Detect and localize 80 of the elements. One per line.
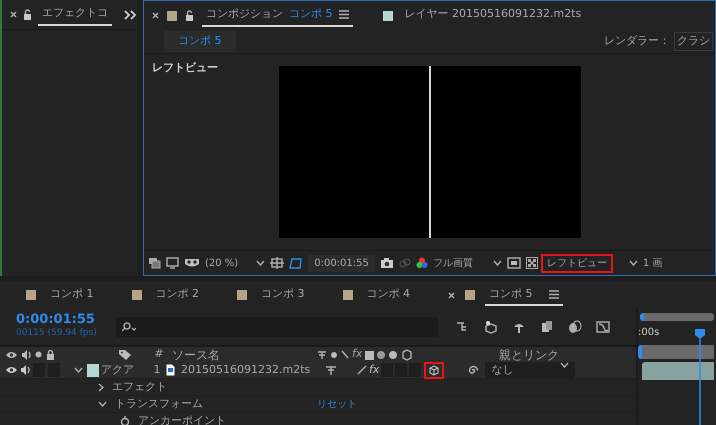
menu-icon[interactable]	[548, 290, 558, 298]
speaker-icon[interactable]	[20, 365, 30, 375]
column-header: ソース名	[171, 346, 221, 364]
renderer-dropdown[interactable]: クラシ	[674, 32, 713, 51]
tag-icon[interactable]	[119, 349, 131, 360]
time-ruler-label: :00s	[638, 326, 660, 340]
3d-layer-toggle[interactable]	[426, 364, 442, 376]
shy-icon[interactable]	[325, 364, 337, 376]
monitor-icon[interactable]	[166, 257, 179, 269]
layer-number: 1	[152, 362, 162, 378]
parent-dropdown[interactable]: なし	[485, 362, 576, 378]
layer-source-name[interactable]: 20150516091232.m2ts	[181, 362, 325, 378]
renderer-label: レンダラー：	[604, 33, 670, 50]
stack-icon[interactable]	[540, 320, 554, 334]
label-name: アクア	[101, 362, 135, 378]
zoom-dropdown[interactable]: (20 %)	[205, 256, 266, 270]
menu-icon[interactable]	[338, 10, 348, 19]
timecode-field[interactable]: 0:00:01:55	[308, 254, 375, 272]
grid-icon[interactable]	[270, 257, 284, 269]
search-icon	[122, 322, 136, 332]
breadcrumb-tab[interactable]: コンポ 5	[164, 31, 236, 52]
lock-icon[interactable]	[23, 9, 32, 20]
graph-editor-icon[interactable]	[596, 320, 610, 334]
panel-tab[interactable]: コンポ 3	[257, 284, 308, 306]
caret-icon[interactable]	[628, 260, 638, 266]
region-icon[interactable]	[506, 257, 521, 269]
transparency-grid-icon[interactable]	[526, 257, 538, 269]
resolution-dropdown[interactable]: フル画質	[432, 256, 502, 270]
effects-column-header: fx	[352, 346, 362, 362]
playhead-icon[interactable]	[694, 329, 706, 425]
stopwatch-icon[interactable]	[120, 416, 130, 425]
column-header: #	[153, 346, 165, 362]
effects-switch[interactable]: fx	[369, 362, 380, 378]
label-color[interactable]	[87, 364, 99, 376]
property-name[interactable]: エフェクト	[112, 378, 262, 396]
link-icon	[398, 257, 411, 269]
caret-icon[interactable]	[74, 367, 83, 373]
panel-tab[interactable]: コンポ 2	[152, 284, 203, 306]
ellipses-icon[interactable]	[568, 320, 582, 334]
close-icon[interactable]	[10, 11, 17, 18]
views-dropdown[interactable]: 1 画	[642, 256, 662, 270]
camera-icon[interactable]	[380, 257, 394, 269]
lock-icon[interactable]	[185, 10, 194, 21]
view-dropdown[interactable]: レフトビュー	[542, 256, 638, 270]
eye-icon[interactable]	[6, 350, 17, 358]
file-icon	[166, 364, 175, 376]
panel-tab[interactable]: エフェクトコ	[38, 4, 112, 26]
panel-tab[interactable]: コンポ 1	[46, 284, 98, 306]
property-name[interactable]: アンカーポイント	[138, 412, 288, 425]
close-icon[interactable]	[448, 292, 455, 298]
layers-icon[interactable]	[148, 257, 161, 269]
reset-link[interactable]: リセット	[317, 396, 357, 412]
frame-rate: 00115 (59.94 fps)	[16, 327, 98, 340]
expand-icon[interactable]	[98, 382, 104, 392]
caret-icon[interactable]	[560, 362, 570, 368]
view-label: レフトビュー	[152, 60, 218, 76]
eye-icon[interactable]	[6, 366, 17, 374]
close-icon[interactable]	[152, 12, 159, 19]
panel-tab[interactable]: レイヤー 20150516091232.m2ts	[400, 4, 586, 26]
quality-icon[interactable]	[357, 365, 367, 375]
pick-whip-icon[interactable]	[468, 364, 480, 376]
current-time[interactable]: 0:00:01:55	[16, 313, 108, 328]
switches-icons-drawing	[316, 348, 350, 360]
panel-tab[interactable]: コンポ 5	[485, 284, 562, 306]
speaker-icon[interactable]	[21, 350, 31, 360]
column-header: 親とリンク	[499, 346, 559, 364]
panel-tab[interactable]: コンポジション コンポ 5	[202, 4, 352, 26]
mask-icon[interactable]	[184, 257, 200, 269]
switches-icons-drawing	[364, 348, 412, 360]
search-field[interactable]	[116, 317, 438, 337]
panel-tab[interactable]: コンポ 4	[362, 284, 414, 306]
caret-icon[interactable]	[256, 260, 266, 266]
mask-path-icon[interactable]	[289, 257, 304, 269]
color-channels-icon[interactable]	[416, 257, 428, 269]
caret-icon[interactable]	[492, 260, 502, 266]
caret-icon[interactable]	[98, 401, 107, 407]
solo-icon[interactable]	[35, 351, 42, 358]
lock-icon[interactable]	[46, 350, 55, 360]
chevron-icon[interactable]	[124, 10, 136, 20]
property-name[interactable]: トランスフォーム	[115, 396, 265, 412]
